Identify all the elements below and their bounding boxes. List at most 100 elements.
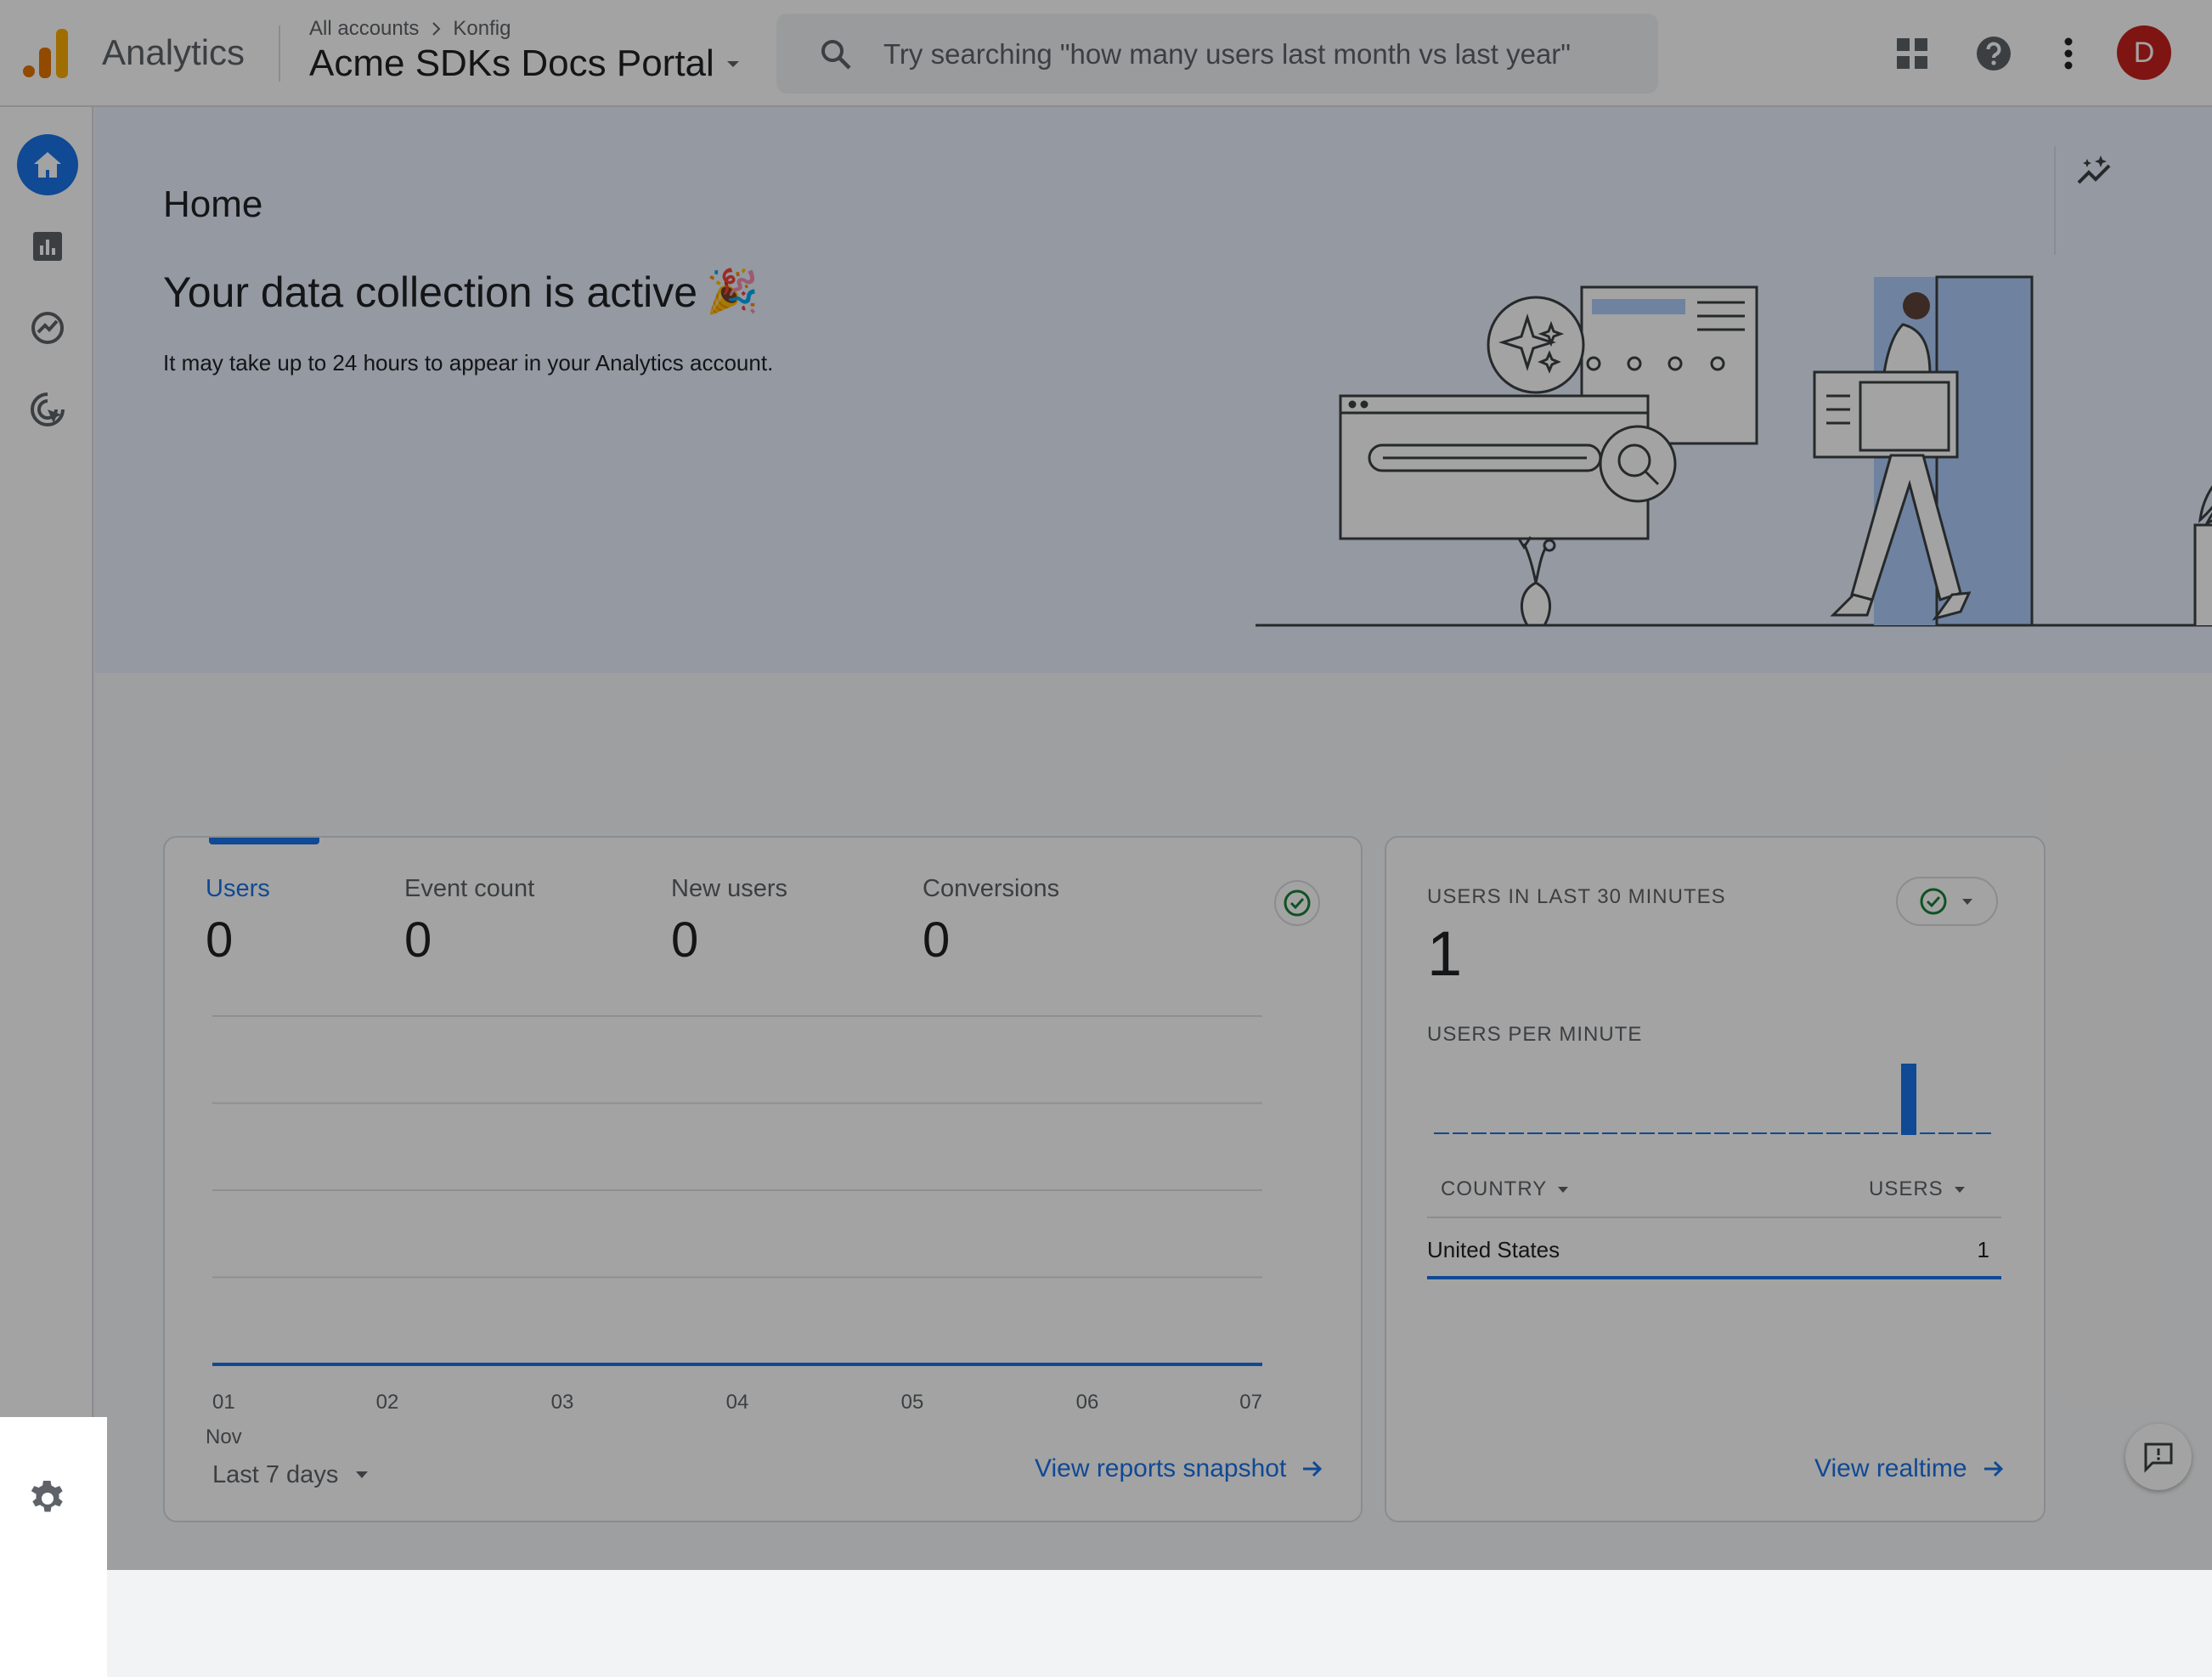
search-icon — [821, 40, 851, 70]
minute-bar — [1546, 1132, 1561, 1134]
hero-heading-text: Your data collection is active — [163, 268, 698, 316]
insights-sparkle-icon — [2077, 155, 2111, 184]
date-range-selector[interactable]: Last 7 days — [212, 1458, 370, 1492]
minute-bar — [1471, 1132, 1487, 1134]
link-label: View reports snapshot — [1035, 1454, 1287, 1482]
divider — [279, 25, 280, 82]
minute-bar — [1752, 1132, 1767, 1134]
minute-bar — [1826, 1132, 1842, 1134]
country-cell: United States — [1427, 1237, 1560, 1262]
realtime-total: 1 — [1427, 918, 1463, 989]
minute-bar — [1714, 1132, 1730, 1134]
minute-bar — [1527, 1132, 1543, 1134]
minute-bar — [1770, 1132, 1786, 1134]
minute-bar — [1882, 1132, 1898, 1134]
insights-button[interactable] — [2069, 146, 2120, 197]
minute-bar — [1733, 1132, 1748, 1134]
caret-down-icon — [1962, 899, 1972, 905]
property-name: Acme SDKs Docs Portal — [309, 42, 714, 84]
minute-bar — [1509, 1132, 1524, 1134]
target-cursor-icon — [31, 392, 65, 426]
property-selector[interactable]: Acme SDKs Docs Portal — [309, 42, 743, 85]
caret-down-icon — [1954, 1187, 1965, 1193]
view-realtime-link[interactable]: View realtime — [1814, 1454, 2006, 1483]
caret-down-icon — [726, 61, 739, 67]
minute-bar — [1583, 1132, 1599, 1134]
minute-bar — [1434, 1132, 1449, 1134]
search-bar[interactable] — [776, 14, 1658, 93]
chevron-right-icon — [432, 22, 441, 36]
column-header-country[interactable]: COUNTRY — [1441, 1177, 1571, 1201]
avatar[interactable]: D — [2117, 25, 2171, 80]
hero-heading: Your data collection is active 🎉 — [163, 267, 759, 317]
minute-bar — [1490, 1132, 1505, 1134]
caret-down-icon — [1558, 1187, 1569, 1193]
breadcrumb-all-accounts[interactable]: All accounts — [309, 17, 419, 41]
home-icon — [34, 152, 61, 178]
feedback-icon — [2144, 1443, 2173, 1473]
minute-bar — [1453, 1132, 1468, 1134]
x-tick-label: 07 — [1239, 1391, 1262, 1414]
feedback-button[interactable] — [2125, 1424, 2192, 1490]
divider — [1427, 1217, 2001, 1218]
minute-bar — [1920, 1132, 1935, 1134]
apps-grid-icon[interactable] — [1889, 31, 1935, 76]
minute-bar — [1639, 1132, 1655, 1134]
date-range-label: Last 7 days — [212, 1460, 339, 1488]
minute-bar — [1602, 1132, 1617, 1134]
gear-icon — [31, 1481, 63, 1512]
minute-bar — [1957, 1132, 1972, 1134]
realtime-title: USERS IN LAST 30 MINUTES — [1427, 885, 1726, 908]
top-app-bar: Analytics All accounts Konfig Acme SDKs … — [0, 0, 2212, 107]
overview-card: Users 0 Event count 0 New users 0 Conver… — [163, 836, 1363, 1522]
check-circle-icon — [1920, 888, 1947, 915]
breadcrumb-account[interactable]: Konfig — [453, 17, 511, 41]
arrow-right-icon — [1983, 1460, 2003, 1477]
minute-bar — [1901, 1064, 1916, 1135]
side-navigation — [0, 107, 107, 1677]
x-tick-label: 03 — [551, 1391, 574, 1414]
analytics-logo-icon[interactable] — [22, 29, 71, 78]
party-popper-icon: 🎉 — [706, 268, 759, 315]
explore-icon — [31, 312, 64, 344]
realtime-card: USERS IN LAST 30 MINUTES 1 USERS PER MIN… — [1385, 836, 2046, 1522]
sidebar-item-home[interactable] — [17, 134, 78, 195]
search-input[interactable] — [882, 31, 1633, 78]
x-tick-label: 01 — [212, 1391, 235, 1414]
minute-bar — [1808, 1132, 1823, 1134]
x-tick-label: 06 — [1076, 1391, 1099, 1414]
breadcrumb[interactable]: All accounts Konfig — [309, 17, 511, 41]
data-collection-illustration — [1256, 275, 2212, 627]
view-reports-snapshot-link[interactable]: View reports snapshot — [1035, 1454, 1325, 1483]
page-title: Home — [163, 184, 263, 225]
sidebar-item-explore[interactable] — [17, 297, 78, 359]
sidebar-item-advertising[interactable] — [17, 379, 78, 440]
column-label: USERS — [1869, 1177, 1944, 1200]
table-row[interactable]: United States 1 — [1427, 1228, 2001, 1279]
settings-button[interactable] — [0, 1417, 107, 1570]
minute-bar — [1976, 1132, 1991, 1134]
realtime-filter-button[interactable] — [1896, 877, 1998, 926]
minute-bar — [1938, 1132, 1954, 1134]
x-axis-month: Nov — [206, 1426, 242, 1448]
users-line-chart: 01 02 03 04 05 06 07 — [212, 1015, 1262, 1414]
divider — [2054, 146, 2056, 255]
users-per-minute-chart — [1434, 1064, 1991, 1135]
x-tick-label: 05 — [901, 1391, 924, 1414]
x-tick-label: 02 — [376, 1391, 399, 1414]
main-content: Home Your data collection is active 🎉 It… — [95, 107, 2212, 1570]
x-tick-label: 04 — [726, 1391, 749, 1414]
minute-bar — [1677, 1132, 1692, 1134]
help-icon[interactable] — [1971, 31, 2017, 76]
minute-bar — [1658, 1132, 1673, 1134]
minute-bar — [1621, 1132, 1636, 1134]
home-hero: Home Your data collection is active 🎉 It… — [95, 107, 2212, 673]
users-per-minute-label: USERS PER MINUTE — [1427, 1023, 1643, 1046]
column-header-users[interactable]: USERS — [1869, 1177, 1967, 1201]
arrow-right-icon — [1303, 1460, 1323, 1477]
sidebar-item-reports[interactable] — [17, 216, 78, 277]
more-vert-icon[interactable] — [2046, 31, 2091, 76]
minute-bar — [1864, 1132, 1879, 1134]
link-label: View realtime — [1814, 1454, 1967, 1482]
minute-bar — [1565, 1132, 1580, 1134]
